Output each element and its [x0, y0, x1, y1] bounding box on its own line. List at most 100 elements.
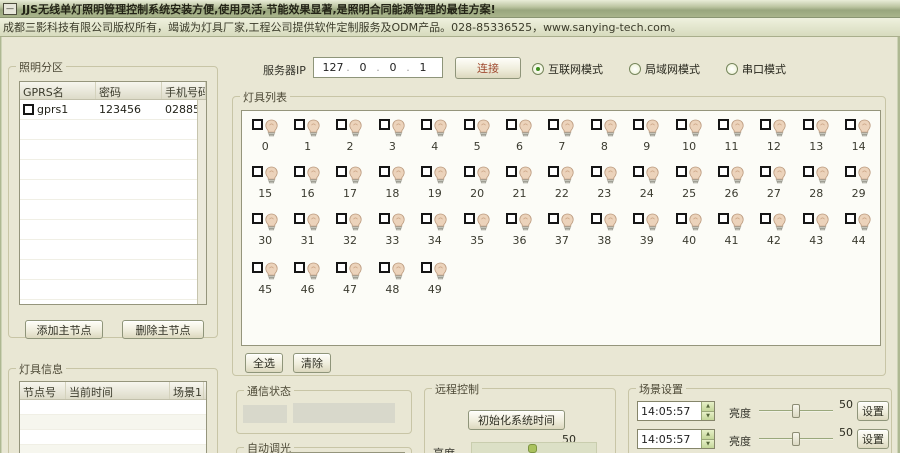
scene-set-button[interactable]: 设置 — [857, 429, 889, 449]
lamp-checkbox[interactable] — [633, 119, 645, 130]
partition-scrollbar[interactable] — [197, 100, 206, 304]
lamp-checkbox[interactable] — [251, 119, 263, 130]
radio-icon[interactable] — [532, 63, 544, 75]
lamp-checkbox[interactable] — [548, 213, 560, 224]
lamp-checkbox[interactable] — [802, 119, 814, 130]
connect-button[interactable]: 连接 — [455, 57, 521, 79]
remote-brightness-slider[interactable] — [471, 442, 597, 453]
lamp-checkbox[interactable] — [251, 213, 263, 224]
lamp-checkbox[interactable] — [675, 166, 687, 177]
lamp-checkbox[interactable] — [506, 119, 518, 130]
partition-row[interactable]: gprs1123456028853385 — [20, 100, 206, 120]
time-spinner-buttons[interactable]: ▲ ▼ — [701, 402, 714, 420]
clear-button[interactable]: 清除 — [293, 353, 331, 373]
lamp-checkbox[interactable] — [633, 166, 645, 177]
lamp-checkbox[interactable] — [294, 262, 306, 273]
radio-icon[interactable] — [726, 63, 738, 75]
mode-radio-1[interactable]: 互联网模式 — [532, 61, 603, 77]
scene-brightness-slider[interactable] — [759, 404, 833, 418]
empty-row — [20, 240, 206, 260]
lamp-info-column-header[interactable]: 节点号 — [20, 382, 66, 399]
remote-slider-thumb[interactable] — [528, 444, 537, 453]
lamp-checkbox[interactable] — [421, 166, 433, 177]
lamp-checkbox[interactable] — [675, 119, 687, 130]
lamp-checkbox[interactable] — [378, 262, 390, 273]
ip-segment-2[interactable]: 0 — [351, 61, 375, 74]
lamp-checkbox[interactable] — [633, 213, 645, 224]
lamp-checkbox[interactable] — [845, 119, 857, 130]
lamp-checkbox[interactable] — [590, 119, 602, 130]
lamp-checkbox[interactable] — [717, 166, 729, 177]
lamp-checkbox[interactable] — [463, 213, 475, 224]
lamp-checkbox[interactable] — [336, 213, 348, 224]
bulb-icon — [857, 119, 872, 141]
lamp-checkbox[interactable] — [717, 213, 729, 224]
lamp-checkbox[interactable] — [294, 213, 306, 224]
mode-radio-3[interactable]: 串口模式 — [726, 61, 786, 77]
mode-radio-2[interactable]: 局域网模式 — [629, 61, 700, 77]
lamp-checkbox[interactable] — [294, 166, 306, 177]
lamp-checkbox[interactable] — [336, 262, 348, 273]
ip-segment-4[interactable]: 1 — [411, 61, 435, 74]
lamp-checkbox[interactable] — [760, 213, 772, 224]
slider-thumb[interactable] — [792, 432, 800, 446]
scene-time-spinner[interactable]: 14:05:57 ▲ ▼ — [637, 401, 715, 421]
lamp-checkbox[interactable] — [845, 213, 857, 224]
ip-segment-3[interactable]: 0 — [381, 61, 405, 74]
slider-thumb[interactable] — [792, 404, 800, 418]
lamp-info-column-header[interactable]: 场景1 — [170, 382, 204, 399]
lamp-checkbox[interactable] — [760, 166, 772, 177]
spinner-up-icon[interactable]: ▲ — [702, 430, 714, 440]
lamp-checkbox[interactable] — [421, 213, 433, 224]
lamp-checkbox[interactable] — [378, 213, 390, 224]
lamp-checkbox[interactable] — [463, 166, 475, 177]
lamp-checkbox[interactable] — [251, 262, 263, 273]
lamp-checkbox[interactable] — [845, 166, 857, 177]
partition-column-header[interactable]: 密码 — [96, 82, 162, 99]
scene-brightness-slider[interactable] — [759, 432, 833, 446]
lamp-checkbox[interactable] — [760, 119, 772, 130]
scene-time-spinner[interactable]: 14:05:57 ▲ ▼ — [637, 429, 715, 449]
ip-segment-1[interactable]: 127 — [321, 61, 345, 74]
init-system-time-button[interactable]: 初始化系统时间 — [468, 410, 565, 430]
spinner-down-icon[interactable]: ▼ — [702, 439, 714, 448]
lamp-controls — [675, 213, 703, 233]
lamp-checkbox[interactable] — [717, 119, 729, 130]
add-master-node-button[interactable]: 添加主节点 — [25, 320, 103, 339]
scene-set-button[interactable]: 设置 — [857, 401, 889, 421]
lamp-checkbox[interactable] — [294, 119, 306, 130]
server-ip-input[interactable]: 127. 0. 0. 1 — [313, 57, 443, 78]
lamp-number: 37 — [554, 234, 569, 247]
lamp-controls — [378, 213, 406, 233]
lamp-checkbox[interactable] — [506, 166, 518, 177]
lamp-checkbox[interactable] — [675, 213, 687, 224]
lamp-info-column-header[interactable]: 当前时间 — [66, 382, 170, 399]
lamp-checkbox[interactable] — [548, 166, 560, 177]
lamp-checkbox[interactable] — [421, 262, 433, 273]
gprs-checkbox[interactable] — [23, 104, 34, 115]
spinner-down-icon[interactable]: ▼ — [702, 411, 714, 420]
partition-column-header[interactable]: GPRS名 — [20, 82, 96, 99]
lamp-checkbox[interactable] — [251, 166, 263, 177]
bulb-icon — [815, 213, 830, 235]
lamp-checkbox[interactable] — [336, 119, 348, 130]
remove-master-node-button[interactable]: 删除主节点 — [122, 320, 204, 339]
radio-icon[interactable] — [629, 63, 641, 75]
partition-column-header[interactable]: 手机号码 — [162, 82, 206, 99]
lamp-checkbox[interactable] — [548, 119, 560, 130]
lamp-checkbox[interactable] — [378, 166, 390, 177]
lamp-checkbox[interactable] — [336, 166, 348, 177]
lamp-checkbox[interactable] — [802, 213, 814, 224]
lamp-checkbox[interactable] — [802, 166, 814, 177]
lamp-checkbox[interactable] — [378, 119, 390, 130]
lamp-checkbox[interactable] — [590, 166, 602, 177]
lamp-checkbox[interactable] — [590, 213, 602, 224]
time-spinner-buttons[interactable]: ▲ ▼ — [701, 430, 714, 448]
window-icon[interactable]: — — [3, 2, 17, 15]
select-all-button[interactable]: 全选 — [245, 353, 283, 373]
lamp-checkbox[interactable] — [421, 119, 433, 130]
lamp-info-table-header: 节点号 当前时间 场景1 — [20, 382, 206, 400]
lamp-checkbox[interactable] — [463, 119, 475, 130]
lamp-checkbox[interactable] — [506, 213, 518, 224]
spinner-up-icon[interactable]: ▲ — [702, 402, 714, 412]
